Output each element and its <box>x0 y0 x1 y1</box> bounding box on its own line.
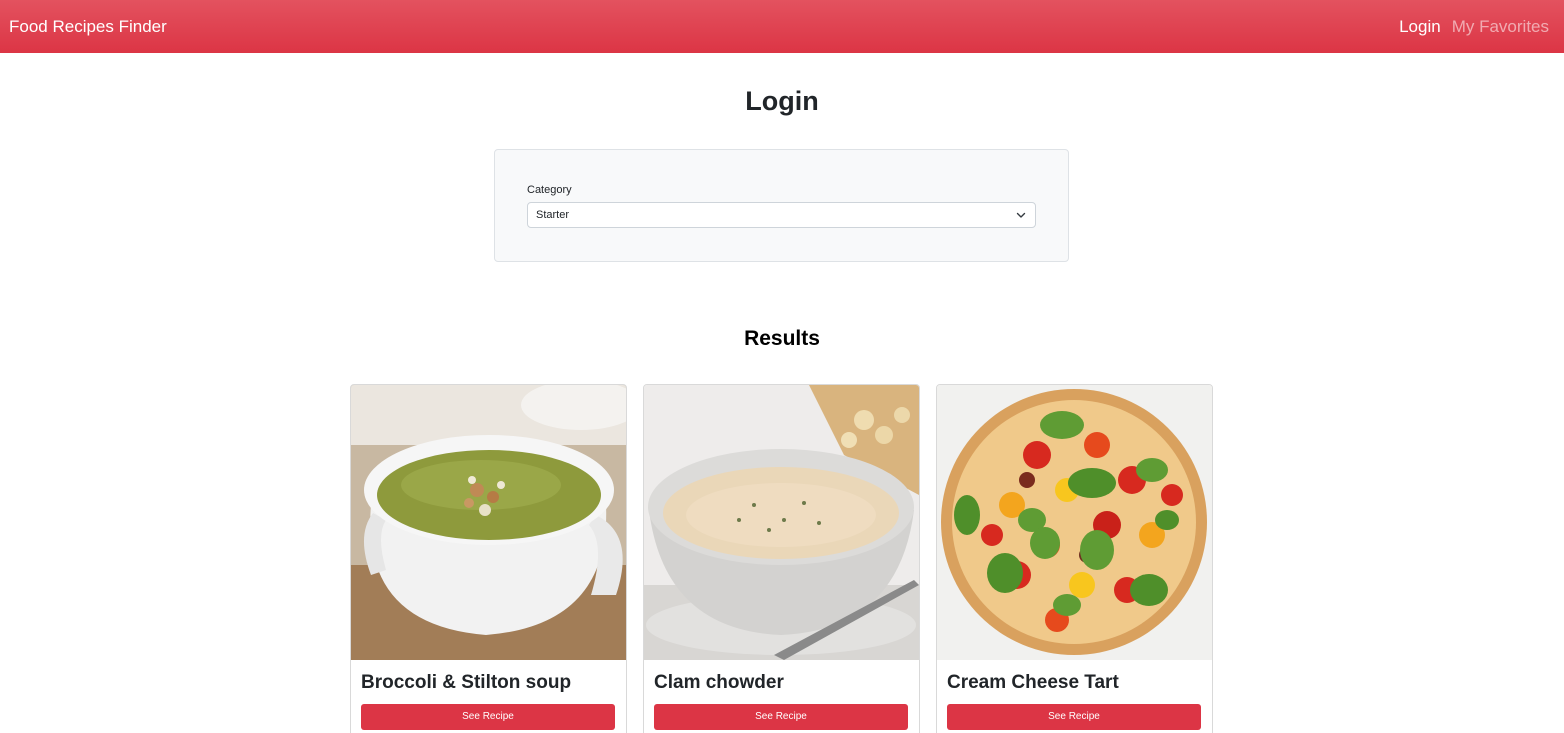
card-body: Cream Cheese Tart See Recipe <box>937 660 1212 730</box>
recipe-image <box>937 385 1212 660</box>
recipe-image <box>644 385 919 660</box>
category-select-value: Starter <box>536 209 570 221</box>
recipe-card: Broccoli & Stilton soup See Recipe <box>350 384 627 733</box>
results-grid: Broccoli & Stilton soup See Recipe Clam … <box>350 384 1213 733</box>
category-label: Category <box>527 184 572 196</box>
recipe-title: Cream Cheese Tart <box>947 672 1119 693</box>
recipe-title: Broccoli & Stilton soup <box>361 672 572 693</box>
nav-favorites-link[interactable]: My Favorites <box>1452 17 1549 37</box>
category-select[interactable]: Starter <box>527 202 1036 228</box>
nav-login-link[interactable]: Login <box>1399 17 1441 37</box>
filter-panel: Category Starter <box>494 149 1069 262</box>
results-title: Results <box>744 327 820 350</box>
see-recipe-button[interactable]: See Recipe <box>654 704 908 730</box>
nav-links: Login My Favorites <box>1399 17 1549 37</box>
brand-link[interactable]: Food Recipes Finder <box>9 17 167 37</box>
navbar: Food Recipes Finder Login My Favorites <box>0 0 1564 53</box>
see-recipe-button[interactable]: See Recipe <box>947 704 1201 730</box>
card-body: Clam chowder See Recipe <box>644 660 919 730</box>
page-title: Login <box>745 86 819 116</box>
recipe-card: Clam chowder See Recipe <box>643 384 920 733</box>
recipe-card: Cream Cheese Tart See Recipe <box>936 384 1213 733</box>
recipe-image <box>351 385 626 660</box>
card-body: Broccoli & Stilton soup See Recipe <box>351 660 626 730</box>
chevron-down-icon <box>1016 210 1026 220</box>
recipe-title: Clam chowder <box>654 672 784 693</box>
see-recipe-button[interactable]: See Recipe <box>361 704 615 730</box>
